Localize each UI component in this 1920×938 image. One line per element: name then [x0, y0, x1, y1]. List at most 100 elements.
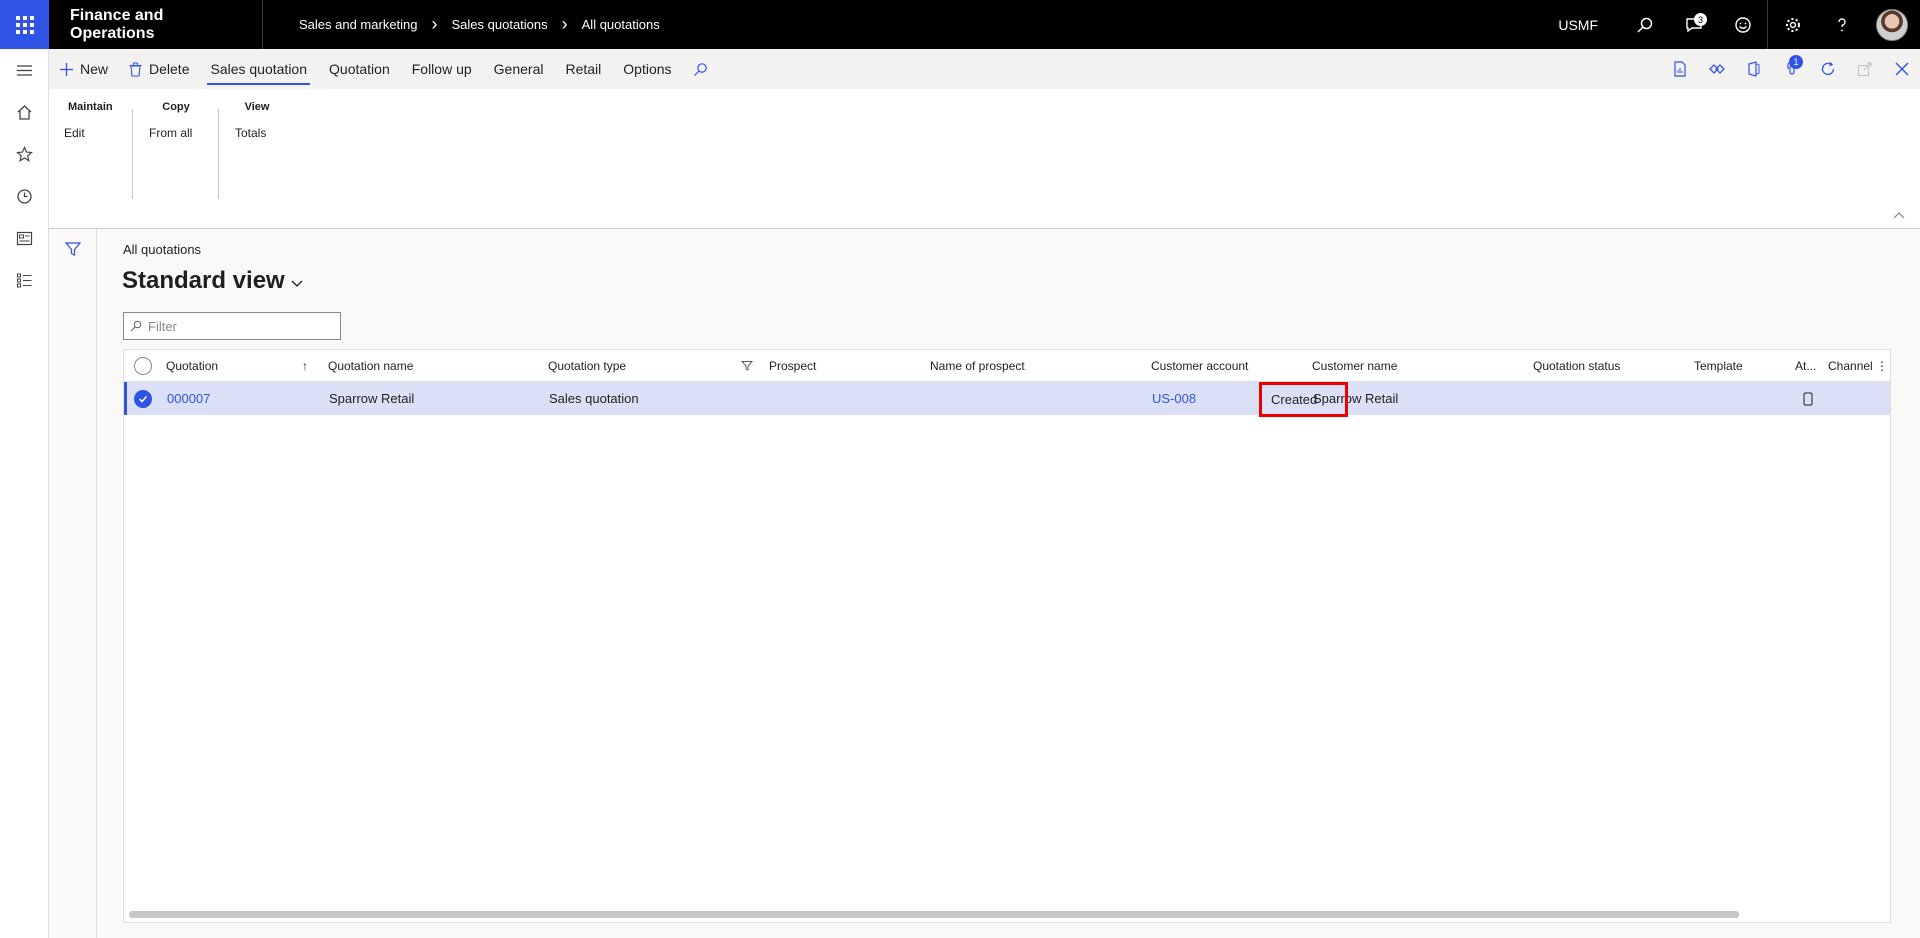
column-header-customer-account[interactable]: Customer account	[1151, 350, 1248, 382]
column-header-customer-name[interactable]: Customer name	[1312, 350, 1397, 382]
question-mark-icon	[1837, 17, 1846, 31]
search-icon	[693, 62, 707, 76]
column-header-name-of-prospect[interactable]: Name of prospect	[930, 350, 1025, 382]
breadcrumb: Sales and marketing › Sales quotations ›…	[299, 14, 660, 35]
column-header-channel[interactable]: Channel	[1828, 350, 1873, 382]
ribbon-group-title: Maintain	[68, 101, 113, 113]
avatar[interactable]	[1876, 8, 1908, 41]
feedback-button[interactable]	[1718, 0, 1767, 49]
attachments-button[interactable]: 1	[1772, 49, 1809, 89]
column-header-quotation-status[interactable]: Quotation status	[1533, 350, 1620, 382]
column-header-label: Quotation	[166, 359, 219, 373]
ribbon-group-title: Copy	[162, 101, 190, 113]
tab-options[interactable]: Options	[612, 49, 682, 89]
ribbon-divider	[218, 109, 219, 199]
delete-button[interactable]: Delete	[118, 49, 199, 89]
filter-icon[interactable]	[65, 241, 81, 257]
refresh-button[interactable]	[1809, 49, 1846, 89]
quick-filter	[123, 312, 341, 340]
ribbon-group-maintain: Maintain Edit	[59, 101, 129, 211]
select-all-checkbox[interactable]	[134, 350, 152, 382]
column-header-quotation[interactable]: Quotation	[166, 350, 218, 382]
main-content: All quotations Standard view Quotation ↑…	[98, 229, 1920, 938]
column-header-label: Template	[1694, 359, 1743, 373]
chevron-up-icon[interactable]	[1892, 208, 1906, 222]
breadcrumb-item[interactable]: Sales and marketing	[299, 17, 418, 32]
column-header-label: At...	[1795, 359, 1817, 373]
favorites-button[interactable]	[0, 133, 49, 175]
recent-button[interactable]	[0, 175, 49, 217]
ribbon-group-copy: Copy From all	[146, 101, 206, 211]
trash-icon	[129, 62, 142, 77]
star-icon	[16, 145, 33, 162]
tab-retail[interactable]: Retail	[554, 49, 612, 89]
circle-icon	[134, 357, 152, 375]
modules-button[interactable]	[0, 259, 49, 301]
tab-quotation[interactable]: Quotation	[318, 49, 401, 89]
expand-menu-button[interactable]	[0, 49, 49, 91]
clock-icon	[17, 188, 32, 204]
row-select-checkbox[interactable]	[134, 382, 152, 415]
open-new-window-button[interactable]	[1846, 49, 1883, 89]
notifications-button[interactable]: 3	[1669, 0, 1718, 49]
view-selector[interactable]: Standard view	[122, 267, 303, 295]
column-header-quotation-name[interactable]: Quotation name	[328, 350, 413, 382]
copy-from-all-button[interactable]: From all	[146, 126, 206, 140]
close-button[interactable]	[1883, 49, 1920, 89]
tab-follow-up[interactable]: Follow up	[401, 49, 483, 89]
column-header-prospect[interactable]: Prospect	[769, 350, 816, 382]
attachment-badge: 1	[1789, 55, 1803, 69]
column-header-quotation-type[interactable]: Quotation type	[548, 350, 626, 382]
app-launcher-button[interactable]	[0, 0, 49, 49]
help-button[interactable]	[1817, 0, 1866, 49]
home-button[interactable]	[0, 91, 49, 133]
workspaces-button[interactable]	[0, 217, 49, 259]
attachment-cell[interactable]	[1802, 382, 1814, 415]
customer-account-link[interactable]: US-008	[1152, 382, 1196, 415]
table-row[interactable]: 000007 Sparrow Retail Sales quotation US…	[124, 382, 1890, 415]
quotations-grid: Quotation ↑ Quotation name Quotation typ…	[123, 349, 1891, 923]
edit-button[interactable]: Edit	[59, 126, 129, 140]
column-header-template[interactable]: Template	[1694, 350, 1743, 382]
office-button[interactable]	[1735, 49, 1772, 89]
company-picker[interactable]: USMF	[1558, 17, 1598, 33]
chevron-down-icon	[291, 280, 303, 287]
ribbon-group-view: View Totals	[232, 101, 282, 211]
tab-sales-quotation[interactable]: Sales quotation	[199, 49, 318, 89]
column-header-label: Quotation status	[1533, 359, 1621, 373]
app-title[interactable]: Finance and Operations	[49, 0, 263, 49]
refresh-icon	[1821, 62, 1834, 75]
search-icon	[1636, 17, 1652, 33]
document-chart-icon	[1673, 61, 1686, 77]
new-button[interactable]: New	[49, 49, 118, 89]
filter-input[interactable]	[148, 318, 328, 334]
quotation-type-cell: Sales quotation	[549, 391, 639, 406]
top-bar: Finance and Operations Sales and marketi…	[0, 0, 1920, 49]
popout-icon	[1857, 62, 1872, 77]
plus-icon	[60, 62, 73, 76]
settings-button[interactable]	[1768, 0, 1817, 49]
filter-pane	[49, 229, 97, 938]
power-apps-button[interactable]	[1698, 49, 1735, 89]
office-icon	[1747, 61, 1759, 77]
breadcrumb-item[interactable]: Sales quotations	[452, 17, 548, 32]
gear-icon	[1785, 17, 1800, 32]
column-header-label: Customer account	[1151, 359, 1249, 373]
action-search-button[interactable]	[683, 49, 724, 89]
column-header-attachments[interactable]: At...	[1795, 350, 1816, 382]
quotation-id-link[interactable]: 000007	[167, 382, 210, 415]
search-button[interactable]	[1620, 0, 1669, 49]
more-options-icon[interactable]: ⋮	[1876, 350, 1888, 382]
column-filter-icon[interactable]	[741, 350, 753, 382]
horizontal-scrollbar[interactable]	[129, 911, 1739, 918]
page-title: Standard view	[122, 267, 285, 294]
column-header-label: Name of prospect	[930, 359, 1025, 373]
page-breadcrumb: All quotations	[123, 242, 202, 257]
close-icon	[1895, 62, 1908, 76]
tab-general[interactable]: General	[483, 49, 555, 89]
list-icon	[17, 273, 32, 287]
totals-button[interactable]: Totals	[232, 126, 282, 140]
office-excel-button[interactable]	[1661, 49, 1698, 89]
ribbon: Maintain Edit Copy From all View Totals	[49, 89, 1920, 229]
breadcrumb-item[interactable]: All quotations	[582, 17, 660, 32]
